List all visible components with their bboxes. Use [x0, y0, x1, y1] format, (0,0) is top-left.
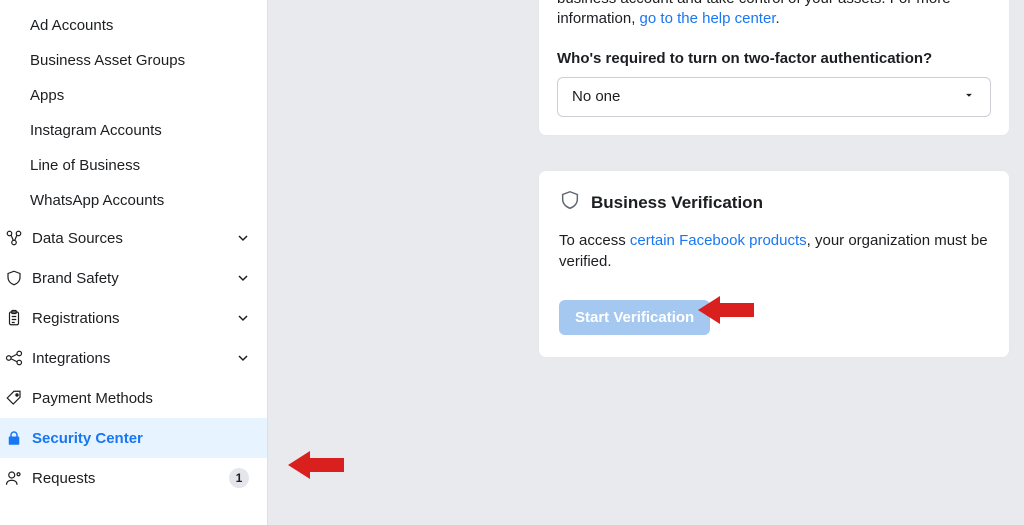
start-verification-button[interactable]: Start Verification — [559, 300, 710, 335]
sidebar-item-label: Integrations — [32, 350, 227, 367]
shield-outline-icon — [559, 189, 581, 216]
people-icon — [4, 468, 24, 488]
sidebar-item-label: Security Center — [32, 430, 257, 447]
verification-description: To access certain Facebook products, you… — [559, 230, 989, 272]
clipboard-icon — [4, 308, 24, 328]
chevron-down-icon — [235, 270, 251, 286]
sidebar-item-label: Registrations — [32, 310, 227, 327]
sidebar-item-label: Brand Safety — [32, 270, 227, 287]
chevron-down-icon — [235, 350, 251, 366]
verification-title: Business Verification — [591, 193, 763, 213]
sidebar-sub-items: Ad Accounts Business Asset Groups Apps I… — [0, 0, 267, 218]
tfa-period: . — [775, 10, 779, 27]
sidebar-item-instagram-accounts[interactable]: Instagram Accounts — [0, 113, 267, 148]
verification-desc-prefix: To access — [559, 232, 630, 249]
lock-icon — [4, 428, 24, 448]
business-verification-card: Business Verification To access certain … — [538, 170, 1010, 358]
facebook-products-link[interactable]: certain Facebook products — [630, 232, 807, 249]
tfa-question: Who's required to turn on two-factor aut… — [557, 50, 991, 67]
sidebar: Ad Accounts Business Asset Groups Apps I… — [0, 0, 268, 525]
integrations-icon — [4, 348, 24, 368]
tfa-select[interactable]: No one — [557, 77, 991, 117]
sidebar-item-brand-safety[interactable]: Brand Safety — [0, 258, 267, 298]
data-sources-icon — [4, 228, 24, 248]
help-center-link[interactable]: go to the help center — [640, 10, 776, 27]
tag-icon — [4, 388, 24, 408]
tfa-select-value: No one — [572, 88, 620, 105]
tfa-description: business account and take control of you… — [557, 0, 991, 30]
sidebar-item-data-sources[interactable]: Data Sources — [0, 218, 267, 258]
sidebar-item-ad-accounts[interactable]: Ad Accounts — [0, 8, 267, 43]
chevron-down-icon — [235, 230, 251, 246]
sidebar-item-label: Data Sources — [32, 230, 227, 247]
sidebar-item-whatsapp-accounts[interactable]: WhatsApp Accounts — [0, 183, 267, 218]
sidebar-item-registrations[interactable]: Registrations — [0, 298, 267, 338]
sidebar-item-apps[interactable]: Apps — [0, 78, 267, 113]
sidebar-item-business-asset-groups[interactable]: Business Asset Groups — [0, 43, 267, 78]
caret-down-icon — [962, 88, 976, 106]
annotation-arrow-icon — [698, 293, 754, 327]
sidebar-item-requests[interactable]: Requests 1 — [0, 458, 267, 498]
sidebar-item-label: Requests — [32, 470, 221, 487]
sidebar-item-payment-methods[interactable]: Payment Methods — [0, 378, 267, 418]
annotation-arrow-icon — [288, 448, 344, 482]
chevron-down-icon — [235, 310, 251, 326]
requests-badge: 1 — [229, 468, 249, 488]
sidebar-item-line-of-business[interactable]: Line of Business — [0, 148, 267, 183]
two-factor-card: business account and take control of you… — [538, 0, 1010, 136]
sidebar-item-integrations[interactable]: Integrations — [0, 338, 267, 378]
content-area: business account and take control of you… — [268, 0, 1024, 525]
shield-icon — [4, 268, 24, 288]
sidebar-item-label: Payment Methods — [32, 390, 257, 407]
sidebar-item-security-center[interactable]: Security Center — [0, 418, 267, 458]
